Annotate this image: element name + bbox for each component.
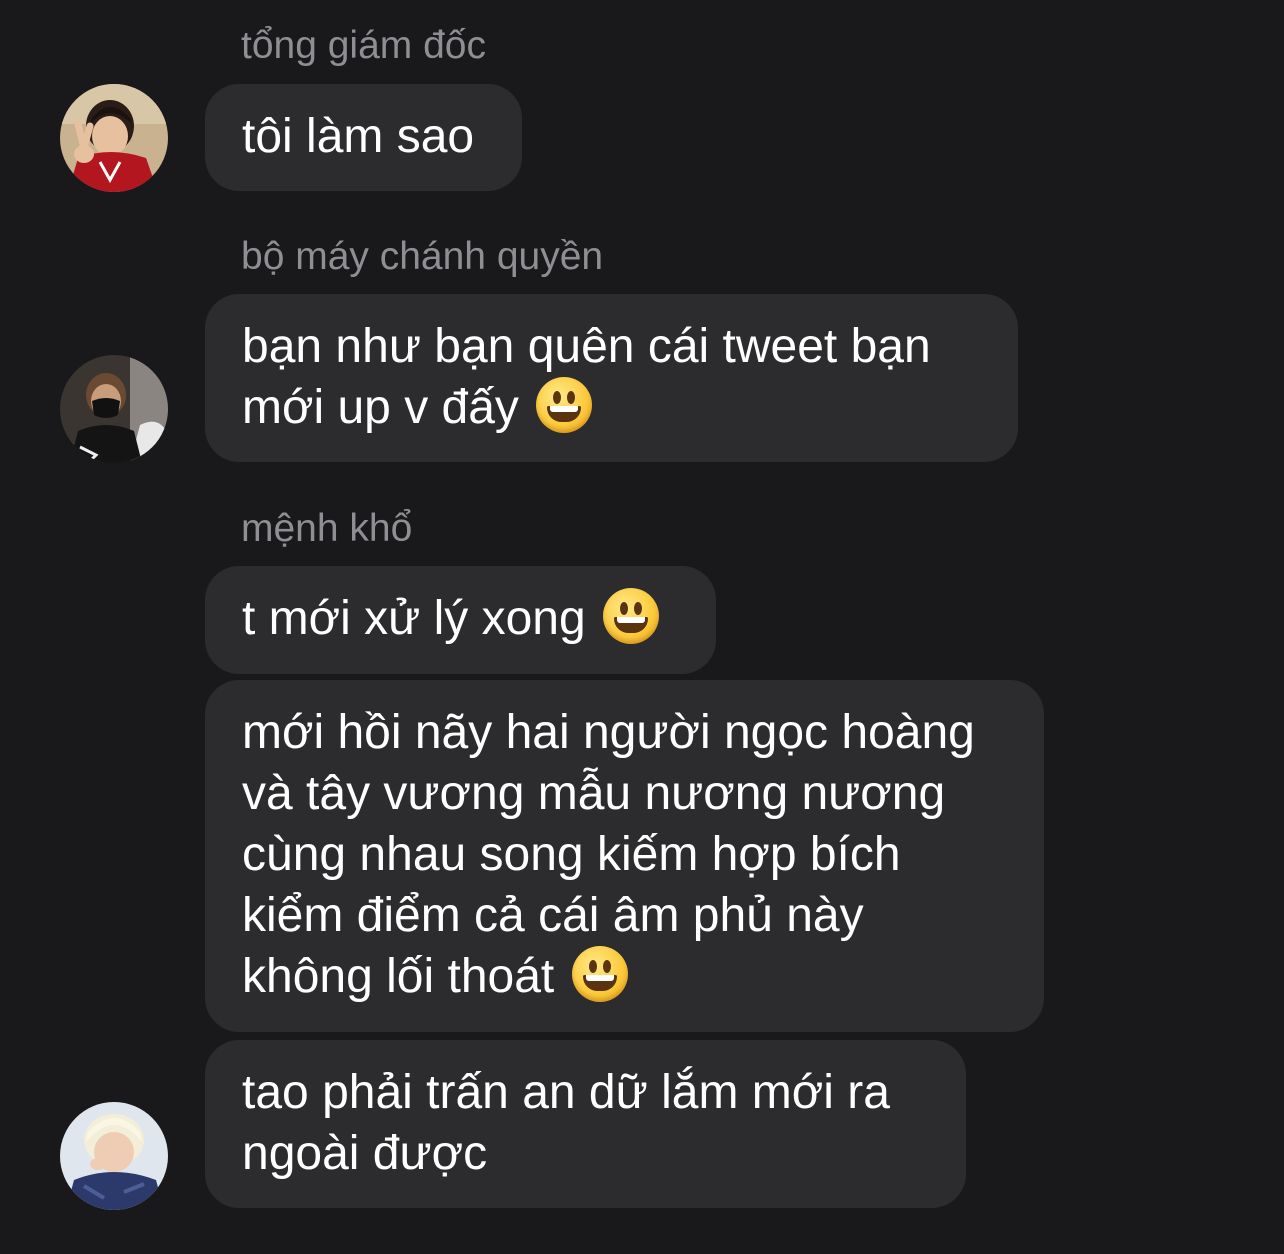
message-line: bạn như bạn quên cái tweet bạn <box>242 320 931 373</box>
grinning-face-emoji-icon <box>571 946 628 1002</box>
message-line: t mới xử lý xong <box>242 592 586 645</box>
message-bubble[interactable]: bạn như bạn quên cái tweet bạn mới up v … <box>205 294 1018 462</box>
avatar[interactable] <box>60 355 168 463</box>
message-bubble[interactable]: mới hồi nãy hai người ngọc hoàng và tây … <box>205 680 1044 1032</box>
sender-name: tổng giám đốc <box>241 24 486 67</box>
user-avatar-blonde-person-icon <box>60 1102 168 1210</box>
message-line: kiểm điểm cả cái âm phủ này <box>242 889 864 942</box>
message-line-with-emoji: mới up v đấy <box>242 377 981 438</box>
message-bubble[interactable]: tôi làm sao <box>205 84 522 191</box>
message-line-with-emoji: không lối thoát <box>242 946 1007 1007</box>
message-line: tôi làm sao <box>242 110 475 163</box>
sender-name: mệnh khổ <box>241 507 413 550</box>
message-bubble[interactable]: t mới xử lý xong <box>205 566 716 674</box>
sender-name: bộ máy chánh quyền <box>241 235 604 278</box>
message-line: không lối thoát <box>242 950 555 1003</box>
chat-thread: tổng giám đốc tôi làm sao bộ máy chánh q… <box>0 0 1284 1254</box>
user-avatar-boy-red-shirt-icon <box>60 84 168 192</box>
grinning-face-emoji-icon <box>536 377 593 433</box>
message-line: và tây vương mẫu nương nương <box>242 767 946 820</box>
message-line: mới up v đấy <box>242 381 519 434</box>
message-line: cùng nhau song kiếm hợp bích <box>242 828 901 881</box>
message-bubble[interactable]: tao phải trấn an dữ lắm mới ra ngoài đượ… <box>205 1040 966 1208</box>
avatar[interactable] <box>60 1102 168 1210</box>
message-line: mới hồi nãy hai người ngọc hoàng <box>242 706 975 759</box>
grinning-face-emoji-icon <box>603 588 660 644</box>
avatar[interactable] <box>60 84 168 192</box>
message-line-with-emoji: t mới xử lý xong <box>242 588 679 649</box>
user-avatar-masked-person-icon <box>60 355 168 463</box>
message-line: tao phải trấn an dữ lắm mới ra <box>242 1066 890 1119</box>
message-line: ngoài được <box>242 1127 488 1180</box>
